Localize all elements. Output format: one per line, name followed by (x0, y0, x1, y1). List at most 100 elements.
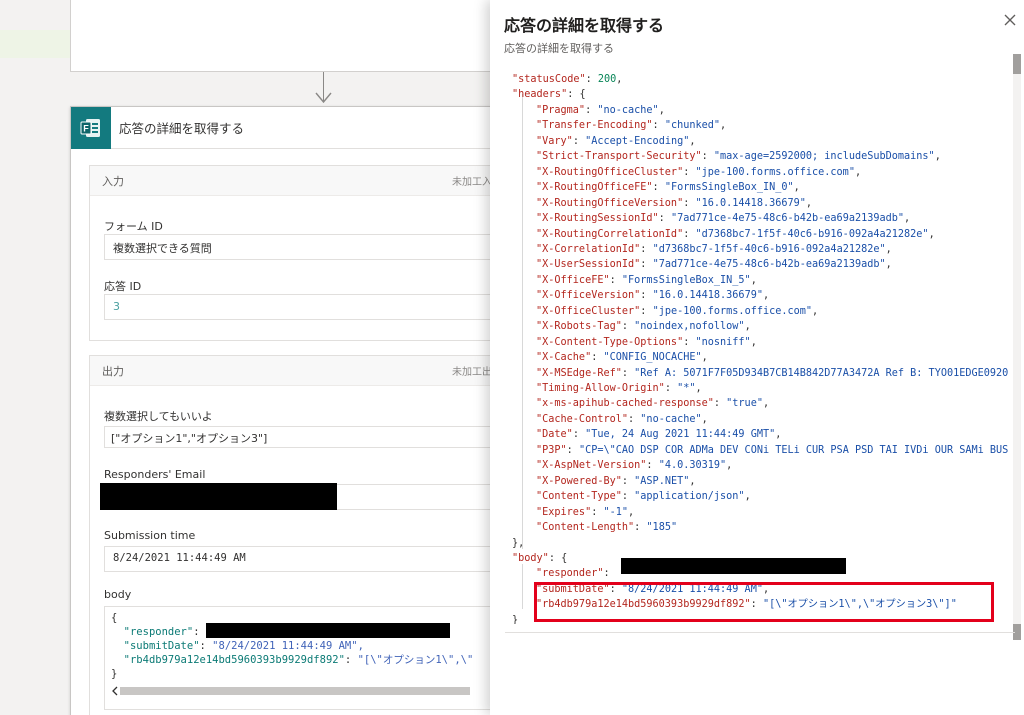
json-key: "Expires" (536, 506, 592, 518)
json-line: "X-Cache": "CONFIG_NOCACHE", (536, 350, 708, 365)
json-separator: : (628, 413, 641, 425)
json-value: "d7368bc7-1f5f-40c6-b916-092a4a21282e" (695, 228, 929, 240)
json-line: "Date": "Tue, 24 Aug 2021 11:44:49 GMT", (536, 427, 781, 442)
json-key: "X-Powered-By" (536, 475, 622, 487)
body-submitdate-sep: : (199, 640, 213, 652)
body-horizontal-scrollbar[interactable] (120, 687, 470, 695)
json-tail: , (812, 305, 819, 317)
json-line: "Content-Length": "185" (536, 520, 677, 535)
json-line: "Expires": "-1", (536, 505, 634, 520)
json-value: "no-cache" (640, 413, 702, 425)
json-line: "Pragma": "no-cache", (536, 103, 665, 118)
json-value: "7ad771ce-4e75-48c6-b42b-ea69a2139adb" (652, 259, 886, 271)
json-line: "X-CorrelationId": "d7368bc7-1f5f-40c6-b… (536, 242, 892, 257)
close-icon[interactable] (1002, 12, 1018, 28)
form-id-value: 複数選択できる質問 (104, 234, 504, 260)
json-key: "X-RoutingOfficeFE" (536, 182, 653, 194)
json-separator: : (591, 506, 604, 518)
json-key: "X-OfficeCluster" (536, 305, 641, 317)
json-key: "statusCode" (512, 74, 586, 85)
body-submitdate-value: "8/24/2021 11:44:49 AM", (212, 640, 364, 652)
json-tail: , (805, 197, 813, 209)
card-header[interactable]: F 応答の詳細を取得する (71, 106, 499, 149)
json-separator: : (683, 228, 696, 240)
json-line: "X-OfficeCluster": "jpe-100.forms.office… (536, 304, 818, 319)
panel-title: 応答の詳細を取得する (504, 16, 665, 35)
json-tail: , (762, 290, 770, 302)
json-value: "nosniff" (695, 336, 751, 348)
raw-json-viewer[interactable]: "statusCode": 200, "headers": {"Pragma": … (504, 64, 1014, 624)
panel-scroll-thumb[interactable] (1013, 54, 1021, 74)
json-line: "Timing-Allow-Origin": "*", (536, 381, 702, 396)
output-section-header[interactable]: 出力 未加工出力 (90, 356, 502, 386)
json-value: { (579, 89, 586, 101)
json-separator: : (591, 352, 604, 364)
json-value: } (512, 614, 519, 624)
previous-action-card[interactable] (70, 0, 500, 72)
json-tail: , (658, 104, 665, 116)
body-responder-sep: : (193, 626, 200, 638)
json-line: "responder": (536, 566, 616, 581)
json-line: "X-MSEdge-Ref": "Ref A: 5071F7F05D934B7C… (536, 366, 1013, 381)
input-section-header[interactable]: 入力 未加工入力 (90, 166, 502, 196)
json-key: "X-RoutingSessionId" (536, 213, 659, 225)
json-tail: , (885, 259, 892, 271)
indent-guide (522, 564, 523, 609)
json-tail: , (854, 166, 862, 178)
panel-vertical-scrollbar[interactable] (1013, 54, 1021, 624)
json-line: "x-ms-apihub-cached-response": "true", (536, 396, 769, 411)
json-separator: : (567, 89, 580, 101)
json-key: "Date" (536, 429, 573, 441)
json-value: "true" (726, 398, 763, 410)
panel-subtitle: 応答の詳細を取得する (504, 42, 614, 55)
arrow-down-icon (315, 92, 332, 104)
json-value: "-1" (603, 506, 629, 518)
json-key: "responder" (536, 568, 604, 580)
json-tail: , (904, 213, 911, 225)
json-tail: , (885, 243, 892, 255)
json-key: "Pragma" (536, 104, 586, 116)
json-tail: , (628, 506, 635, 518)
json-value: "*" (677, 383, 696, 394)
json-value: "max-age=2592000; includeSubDomains" (713, 151, 935, 163)
json-separator: : (572, 429, 586, 441)
json-tail: , (726, 460, 733, 472)
json-key: "X-Cache" (536, 352, 592, 364)
json-line: "Vary": "Accept-Encoding", (536, 134, 696, 149)
json-key: "Strict-Transport-Security" (536, 151, 702, 163)
json-separator: : (713, 398, 727, 410)
json-separator: : (585, 104, 598, 116)
input-section-title: 入力 (102, 174, 124, 188)
json-separator: : (548, 552, 562, 564)
microsoft-forms-icon: F (71, 106, 111, 149)
input-section: 入力 未加工入力 フォーム ID 複数選択できる質問 応答 ID 3 (89, 165, 504, 341)
json-tail: , (928, 228, 935, 240)
body-line-close: } (111, 668, 118, 680)
json-key: "P3P" (536, 444, 567, 456)
json-tail: , (701, 413, 708, 425)
json-tail: , (750, 336, 757, 348)
json-tail: , (793, 182, 800, 194)
json-value: "jpe-100.forms.office.com" (652, 305, 813, 317)
submission-time-label: Submission time (104, 529, 196, 542)
json-separator: : (634, 522, 647, 534)
scroll-left-icon[interactable] (111, 686, 119, 696)
indent-guide (522, 94, 523, 549)
json-line: "X-OfficeVersion": "16.0.14418.36679", (536, 288, 769, 303)
body-question-key: "rb4db979a12e14bd5960393b9929df892" (123, 654, 345, 666)
json-separator: : (640, 259, 653, 271)
json-value: "CONFIG_NOCACHE" (603, 352, 702, 364)
json-value: "FormsSingleBox_IN_5" (621, 274, 751, 286)
json-separator: : (640, 305, 653, 317)
json-value: "16.0.14418.36679" (695, 197, 806, 209)
json-key: "X-RoutingOfficeCluster" (536, 166, 684, 178)
body-responder-key: "responder" (123, 626, 194, 638)
svg-text:F: F (83, 123, 89, 133)
json-tail: , (701, 352, 708, 364)
json-key: "x-ms-apihub-cached-response" (536, 398, 714, 410)
json-line: "X-RoutingCorrelationId": "d7368bc7-1f5f… (536, 227, 935, 242)
json-value: "Accept-Encoding" (585, 135, 690, 147)
json-separator: : (683, 336, 696, 348)
json-value: 200 (597, 74, 617, 85)
json-key: "X-MSEdge-Ref" (536, 367, 622, 379)
